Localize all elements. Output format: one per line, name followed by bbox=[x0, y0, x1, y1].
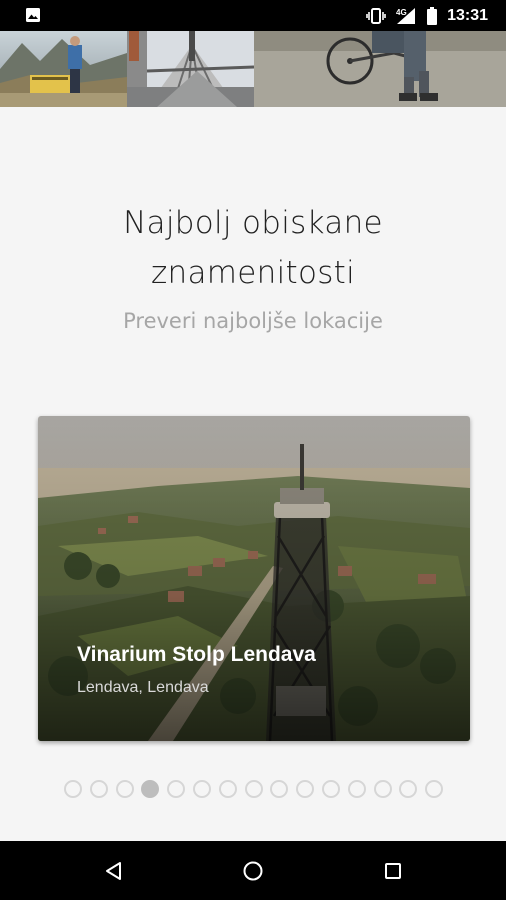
pager-dot[interactable] bbox=[399, 780, 417, 798]
onboarding-title: Najbolj obiskane znamenitosti bbox=[0, 198, 506, 298]
onboarding-subtitle: Preveri najboljše lokacije bbox=[123, 309, 383, 333]
back-button[interactable] bbox=[99, 856, 129, 886]
pager-dot[interactable] bbox=[296, 780, 314, 798]
home-button[interactable] bbox=[238, 856, 268, 886]
recents-button[interactable] bbox=[378, 856, 408, 886]
navigation-bar bbox=[0, 841, 506, 900]
pager-dot[interactable] bbox=[64, 780, 82, 798]
pager-dot[interactable] bbox=[116, 780, 134, 798]
clock: 13:31 bbox=[447, 6, 488, 24]
pager-dot[interactable] bbox=[322, 780, 340, 798]
pager-dot[interactable] bbox=[348, 780, 366, 798]
pager-dot[interactable] bbox=[193, 780, 211, 798]
battery-icon bbox=[427, 6, 438, 25]
signal-icon: 4G bbox=[396, 7, 416, 24]
back-icon bbox=[106, 862, 121, 880]
pager-dot[interactable] bbox=[90, 780, 108, 798]
landmark-card[interactable]: Vinarium Stolp Lendava Lendava, Lendava bbox=[38, 416, 470, 741]
header-photo-strip bbox=[0, 31, 506, 107]
recents-icon bbox=[385, 863, 401, 879]
home-icon bbox=[243, 861, 263, 881]
title-line-2: znamenitosti bbox=[150, 255, 356, 291]
pager-dot[interactable] bbox=[245, 780, 263, 798]
pager-dot-active[interactable] bbox=[141, 780, 159, 798]
pager-dot[interactable] bbox=[219, 780, 237, 798]
pager-dot[interactable] bbox=[270, 780, 288, 798]
network-label: 4G bbox=[396, 8, 407, 17]
header-photo-mountain bbox=[0, 31, 127, 107]
landmark-location: Lendava, Lendava bbox=[77, 679, 209, 696]
vibrate-icon bbox=[366, 7, 386, 24]
title-line-1: Najbolj obiskane bbox=[123, 205, 383, 241]
pager-dot[interactable] bbox=[425, 780, 443, 798]
landmark-name: Vinarium Stolp Lendava bbox=[77, 643, 316, 666]
photo-icon bbox=[26, 8, 40, 22]
header-photo-bridge bbox=[127, 31, 254, 107]
pager-dot[interactable] bbox=[374, 780, 392, 798]
status-bar: 4G 13:31 bbox=[0, 0, 506, 31]
header-photo-bicycle bbox=[254, 31, 506, 107]
pager-dot[interactable] bbox=[167, 780, 185, 798]
